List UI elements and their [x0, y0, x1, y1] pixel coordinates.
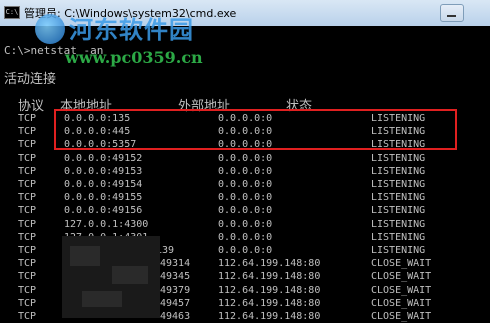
watermark-name: 河东软件园 — [69, 16, 194, 44]
redaction-block — [62, 236, 160, 318]
cell-proto: TCP — [18, 258, 37, 270]
cell-local: 0.0.0.0:49156 — [64, 205, 143, 217]
cell-foreign: 0.0.0.0:0 — [218, 205, 273, 217]
cell-local: 0.0.0.0:49154 — [64, 179, 143, 190]
cell-foreign: 112.64.199.148:80 — [218, 271, 321, 283]
cell-proto: TCP — [18, 297, 37, 309]
cell-foreign: 0.0.0.0:0 — [218, 165, 273, 177]
cell-state: CLOSE_WAIT — [371, 311, 432, 322]
cell-proto: TCP — [18, 311, 37, 322]
cell-local: 127.0.0.1:4300 — [64, 218, 149, 230]
cell-state: LISTENING — [371, 218, 426, 230]
cell-local: 49379 — [160, 284, 191, 296]
cell-state: LISTENING — [371, 231, 426, 243]
cell-state: LISTENING — [371, 179, 426, 190]
connection-row: TCP 0.0.0.0:49153 0.0.0.0:0 LISTENING — [0, 165, 490, 178]
cell-foreign: 112.64.199.148:80 — [218, 297, 321, 309]
watermark: 河东软件园 www.pc0359.cn — [35, 8, 225, 78]
watermark-url: www.pc0359.cn — [65, 48, 203, 67]
connection-row: TCP 0.0.0.0:49156 0.0.0.0:0 LISTENING — [0, 204, 490, 217]
cell-proto: TCP — [18, 179, 37, 190]
cell-foreign: 112.64.199.148:80 — [218, 311, 321, 322]
connection-row: TCP 0.0.0.0:49155 0.0.0.0:0 LISTENING — [0, 191, 490, 204]
cell-local: 0.0.0.0:49152 — [64, 152, 143, 164]
cell-state: CLOSE_WAIT — [371, 297, 432, 309]
cell-state: LISTENING — [371, 152, 426, 164]
cell-proto: TCP — [18, 271, 37, 283]
cell-proto: TCP — [18, 165, 37, 177]
cell-foreign: 0.0.0.0:0 — [218, 231, 273, 243]
cell-proto: TCP — [18, 139, 37, 151]
cell-state: LISTENING — [371, 245, 426, 256]
cell-proto: TCP — [18, 192, 37, 204]
cell-local: 49345 — [160, 271, 191, 283]
cell-proto: TCP — [18, 231, 37, 243]
cell-local: 49457 — [160, 297, 191, 309]
cell-local: 0.0.0.0:49155 — [64, 192, 143, 204]
cell-state: CLOSE_WAIT — [371, 258, 432, 270]
cell-local: 49314 — [160, 258, 191, 270]
cell-proto: TCP — [18, 113, 37, 124]
cell-foreign: 0.0.0.0:0 — [218, 245, 273, 256]
connection-row: TCP 0.0.0.0:49154 0.0.0.0:0 LISTENING — [0, 178, 490, 191]
cell-state: CLOSE_WAIT — [371, 284, 432, 296]
cell-proto: TCP — [18, 126, 37, 138]
cell-foreign: 0.0.0.0:0 — [218, 152, 273, 164]
cell-proto: TCP — [18, 218, 37, 230]
cell-proto: TCP — [18, 284, 37, 296]
connection-row: TCP 0.0.0.0:49152 0.0.0.0:0 LISTENING — [0, 152, 490, 165]
watermark-logo-icon — [35, 14, 65, 44]
cell-state: LISTENING — [371, 205, 426, 217]
cell-foreign: 112.64.199.148:80 — [218, 284, 321, 296]
cell-foreign: 112.64.199.148:80 — [218, 258, 321, 270]
highlight-box — [54, 109, 457, 150]
cell-local: 0.0.0.0:49153 — [64, 165, 143, 177]
cell-local: 49463 — [160, 311, 191, 322]
cell-foreign: 0.0.0.0:0 — [218, 218, 273, 230]
minimize-button[interactable] — [440, 4, 464, 22]
cell-foreign: 0.0.0.0:0 — [218, 179, 273, 190]
cell-proto: TCP — [18, 245, 37, 256]
cell-proto: TCP — [18, 205, 37, 217]
cell-state: LISTENING — [371, 192, 426, 204]
cmd-icon[interactable]: C:\ — [4, 6, 20, 19]
cell-proto: TCP — [18, 152, 37, 164]
connection-row: TCP 127.0.0.1:4300 0.0.0.0:0 LISTENING — [0, 218, 490, 231]
cell-foreign: 0.0.0.0:0 — [218, 192, 273, 204]
cell-state: LISTENING — [371, 165, 426, 177]
cell-state: CLOSE_WAIT — [371, 271, 432, 283]
